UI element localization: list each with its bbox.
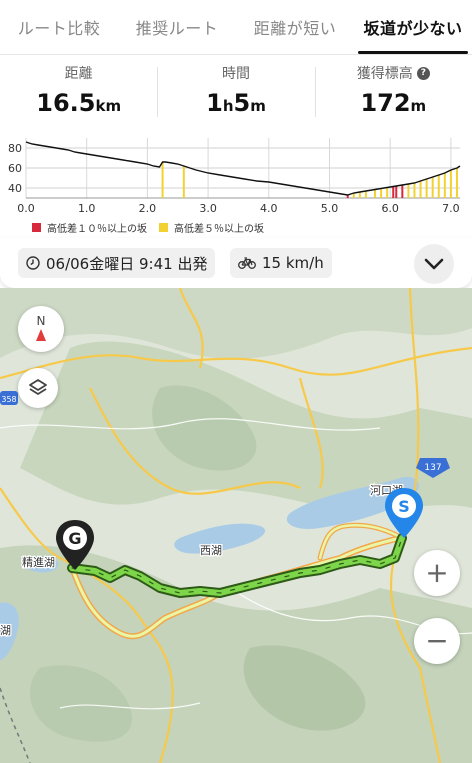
y-tick-label: 60 [8, 162, 22, 175]
distance-value: 16.5km [36, 89, 122, 117]
time-value: 1h5m [206, 89, 266, 117]
distance-stat: 距離 16.5km [0, 55, 157, 125]
elevation-stat: 獲得標高? 172m [314, 55, 472, 125]
speed-text: 15 km/h [262, 254, 324, 272]
route-map[interactable]: 137 358 河口湖 西湖 精進湖 湖 G S N + − [0, 288, 472, 763]
tab-recommended[interactable]: 推奨ルート [118, 0, 236, 54]
tab-shortest[interactable]: 距離が短い [236, 0, 354, 54]
plus-icon: + [425, 556, 449, 589]
x-tick-label: 7.0 [442, 202, 460, 215]
zoom-out-button[interactable]: − [414, 618, 460, 664]
svg-text:358: 358 [1, 395, 16, 404]
route-tabs: ルート比較 推奨ルート 距離が短い 坂道が少ない [0, 0, 472, 55]
time-stat: 時間 1h5m [157, 55, 314, 125]
svg-text:G: G [68, 529, 81, 548]
minus-icon: − [425, 624, 449, 657]
svg-text:N: N [37, 314, 46, 328]
map-canvas[interactable]: 137 358 河口湖 西湖 精進湖 湖 G S [0, 288, 472, 763]
route-options-bar: 06/06金曜日 9:41 出発 15 km/h [0, 238, 472, 288]
place-shojiko: 精進湖 [22, 556, 55, 569]
x-tick-label: 6.0 [381, 202, 399, 215]
departure-time-chip[interactable]: 06/06金曜日 9:41 出発 [18, 248, 216, 278]
route-358-shield: 358 [0, 391, 18, 405]
svg-text:S: S [398, 497, 410, 516]
departure-time-text: 06/06金曜日 9:41 出発 [46, 254, 208, 273]
elevation-label: 獲得標高? [357, 63, 430, 83]
bicycle-icon [238, 257, 256, 269]
expand-button[interactable] [414, 244, 454, 284]
elevation-chart-svg: 80 60 40 0.0 1.0 2.0 3.0 4.0 5.0 6.0 7.0 [8, 138, 461, 215]
x-tick-label: 5.0 [321, 202, 339, 215]
compass-icon: N [36, 314, 46, 341]
layers-button[interactable] [18, 368, 58, 408]
svg-text:137: 137 [424, 463, 441, 473]
x-tick-label: 1.0 [78, 202, 96, 215]
zoom-in-button[interactable]: + [414, 550, 460, 596]
x-tick-label: 0.0 [17, 202, 35, 215]
clock-icon [26, 256, 40, 270]
layers-icon [29, 379, 47, 395]
compass-button[interactable]: N [18, 306, 64, 352]
x-tick-label: 3.0 [199, 202, 217, 215]
legend-swatch-red [32, 222, 41, 232]
x-tick-label: 4.0 [260, 202, 278, 215]
y-tick-label: 40 [8, 182, 22, 195]
chart-legend: 高低差１０％以上の坂 高低差５％以上の坂 [0, 218, 472, 236]
time-label: 時間 [221, 66, 250, 82]
legend-label-steep5: 高低差５％以上の坂 [174, 223, 264, 235]
place-motosuko: 湖 [0, 624, 11, 637]
place-saiko: 西湖 [200, 544, 222, 557]
help-icon[interactable]: ? [416, 66, 430, 80]
distance-label: 距離 [64, 66, 93, 82]
legend-swatch-yellow [159, 222, 168, 232]
speed-chip[interactable]: 15 km/h [230, 248, 332, 278]
y-tick-label: 80 [8, 142, 22, 155]
x-tick-label: 2.0 [139, 202, 157, 215]
elevation-value: 172m [360, 89, 427, 117]
tab-route-compare[interactable]: ルート比較 [0, 0, 118, 54]
route-stats: 距離 16.5km 時間 1h5m 獲得標高? 172m [0, 55, 472, 125]
legend-item-steep5: 高低差５％以上の坂 [159, 220, 264, 235]
legend-label-steep10: 高低差１０％以上の坂 [47, 223, 147, 235]
tab-fewer-hills[interactable]: 坂道が少ない [354, 0, 472, 54]
chevron-down-icon [424, 258, 444, 270]
legend-item-steep10: 高低差１０％以上の坂 [32, 220, 147, 235]
